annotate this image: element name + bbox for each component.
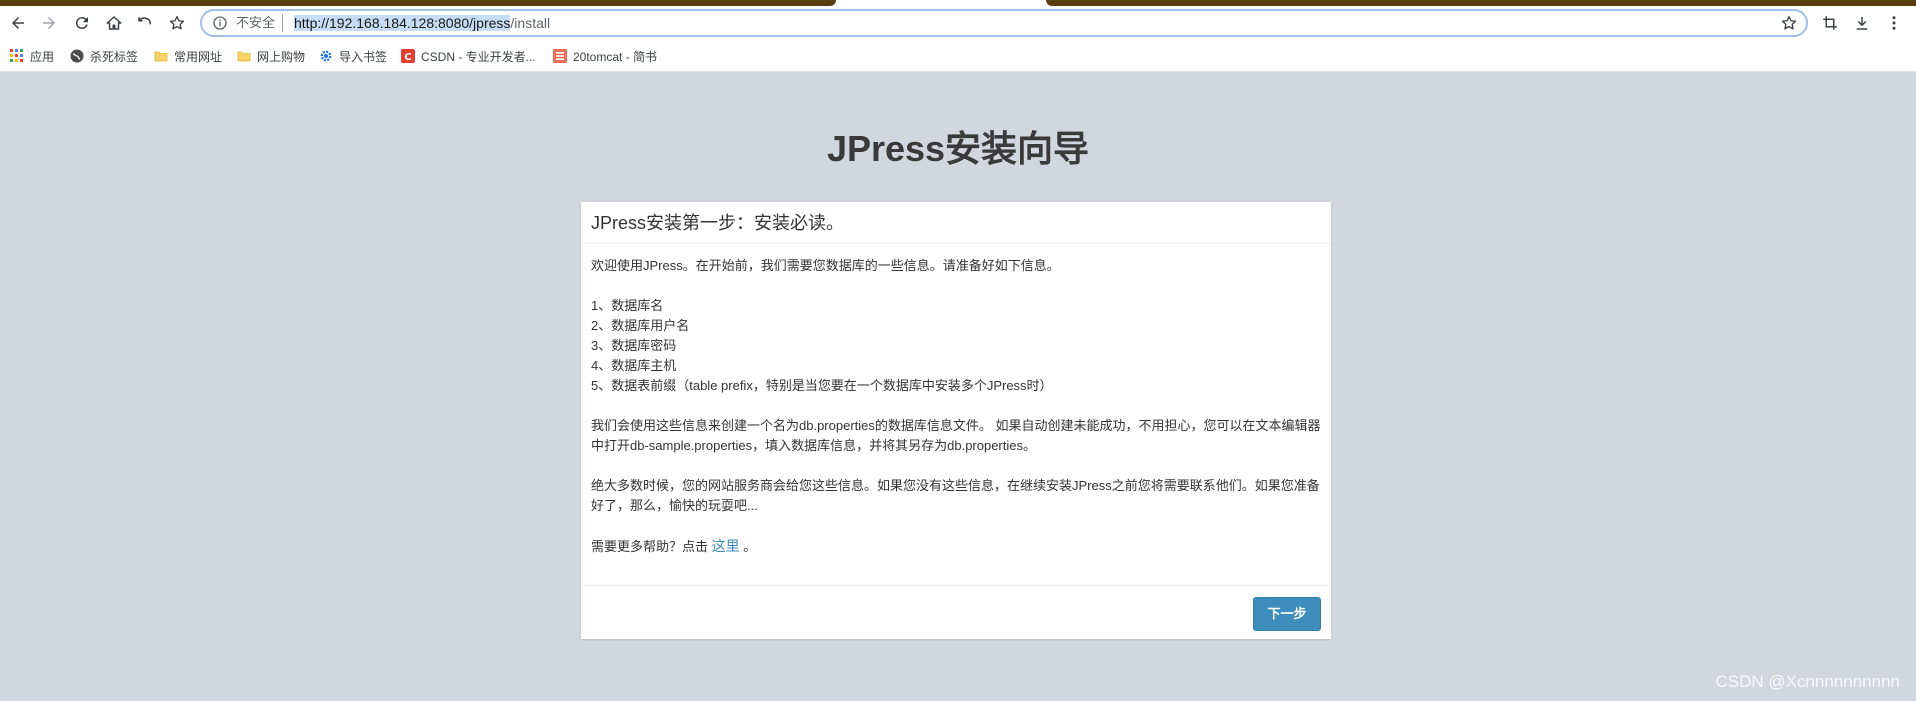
apps-grid-icon: [10, 49, 24, 63]
list-item: 5、数据表前缀（table prefix，特别是当您要在一个数据库中安装多个JP…: [591, 378, 1053, 393]
download-icon: [1856, 17, 1868, 30]
arrow-left-icon: [12, 17, 24, 29]
home-icon: [106, 16, 122, 30]
panel-heading: JPress安装第一步：安装必读。: [581, 202, 1331, 244]
bookmark-jianshu[interactable]: 20tomcat - 简书: [553, 47, 657, 65]
help-suffix: 。: [743, 539, 757, 554]
bookmark-kill-tab[interactable]: 杀死标签: [70, 47, 138, 65]
bookmark-csdn[interactable]: C CSDN - 专业开发者...: [401, 47, 536, 65]
bookmarks-bar: 应用 杀死标签 常用网址 网上购物 导入书签 C CSDN - 专业开发者...: [0, 40, 1916, 72]
help-link[interactable]: 这里: [712, 538, 740, 554]
globe-icon: [70, 49, 84, 63]
provider-paragraph: 绝大多数时候，您的网站服务商会给您这些信息。如果您没有这些信息，在继续安装JPr…: [591, 478, 1320, 513]
panel-footer: 下一步: [581, 586, 1331, 638]
crop-icon: [1823, 16, 1837, 30]
panel-body: 欢迎使用JPress。在开始前，我们需要您数据库的一些信息。请准备好如下信息。 …: [581, 244, 1331, 586]
undo-button[interactable]: [133, 11, 157, 35]
intro-text: 欢迎使用JPress。在开始前，我们需要您数据库的一些信息。请准备好如下信息。: [591, 258, 1060, 273]
bookmark-label: 常用网址: [174, 49, 223, 64]
help-line: 需要更多帮助？点击 这里 。: [591, 536, 1321, 557]
reload-button[interactable]: [70, 11, 94, 35]
bookmark-label: CSDN - 专业开发者...: [421, 49, 536, 64]
kebab-menu-icon: [1892, 16, 1896, 30]
reload-icon: [75, 17, 88, 30]
bookmark-label: 应用: [30, 49, 55, 64]
screenshot-button[interactable]: [1818, 11, 1842, 35]
bookmark-common-sites[interactable]: 常用网址: [154, 47, 222, 65]
bookmark-apps[interactable]: 应用: [10, 47, 54, 65]
install-panel: JPress安装第一步：安装必读。 欢迎使用JPress。在开始前，我们需要您数…: [581, 202, 1331, 639]
menu-button[interactable]: [1882, 11, 1906, 35]
gear-icon: [319, 49, 333, 63]
bookmark-shopping[interactable]: 网上购物: [237, 47, 305, 65]
csdn-icon: C: [401, 49, 415, 63]
folder-icon: [154, 49, 168, 63]
arrow-right-icon: [43, 17, 55, 29]
undo-icon: [138, 17, 151, 25]
bookmark-label: 网上购物: [257, 49, 306, 64]
watermark: CSDN @Xcnnnnnnnnnn: [1715, 672, 1900, 691]
list-item: 2、数据库用户名: [591, 318, 690, 333]
folder-icon: [237, 49, 251, 63]
bookmark-label: 导入书签: [339, 49, 388, 64]
forward-button[interactable]: [37, 11, 61, 35]
next-step-button[interactable]: 下一步: [1253, 597, 1321, 631]
address-divider: [282, 14, 283, 32]
bookmark-label: 杀死标签: [90, 49, 139, 64]
star-outline-icon: [169, 15, 185, 30]
download-button[interactable]: [1850, 11, 1874, 35]
svg-text:C: C: [404, 52, 411, 63]
browser-toolbar: 不安全 http://192.168.184.128:8080/jpress/i…: [0, 6, 1916, 40]
page-title: JPress安装向导: [826, 128, 1090, 169]
info-icon[interactable]: [212, 15, 228, 31]
help-prefix: 需要更多帮助？点击: [591, 539, 709, 554]
address-bar[interactable]: 不安全 http://192.168.184.128:8080/jpress/i…: [200, 9, 1808, 37]
back-button[interactable]: [6, 11, 30, 35]
bookmark-import[interactable]: 导入书签: [319, 47, 387, 65]
list-item: 1、数据库名: [591, 298, 664, 313]
config-paragraph: 我们会使用这些信息来创建一个名为db.properties的数据库信息文件。 如…: [591, 418, 1321, 453]
url-text[interactable]: http://192.168.184.128:8080/jpress/insta…: [294, 14, 550, 32]
star-icon[interactable]: [1780, 14, 1798, 32]
url-selected: http://192.168.184.128:8080/jpress: [294, 15, 511, 31]
list-item: 3、数据库密码: [591, 338, 677, 353]
security-label[interactable]: 不安全: [236, 15, 275, 31]
jianshu-icon: [553, 49, 567, 63]
home-button[interactable]: [102, 11, 126, 35]
list-item: 4、数据库主机: [591, 358, 677, 373]
url-rest: /install: [510, 15, 551, 31]
bookmark-label: 20tomcat - 简书: [573, 49, 658, 64]
bookmark-star-button[interactable]: [165, 11, 189, 35]
